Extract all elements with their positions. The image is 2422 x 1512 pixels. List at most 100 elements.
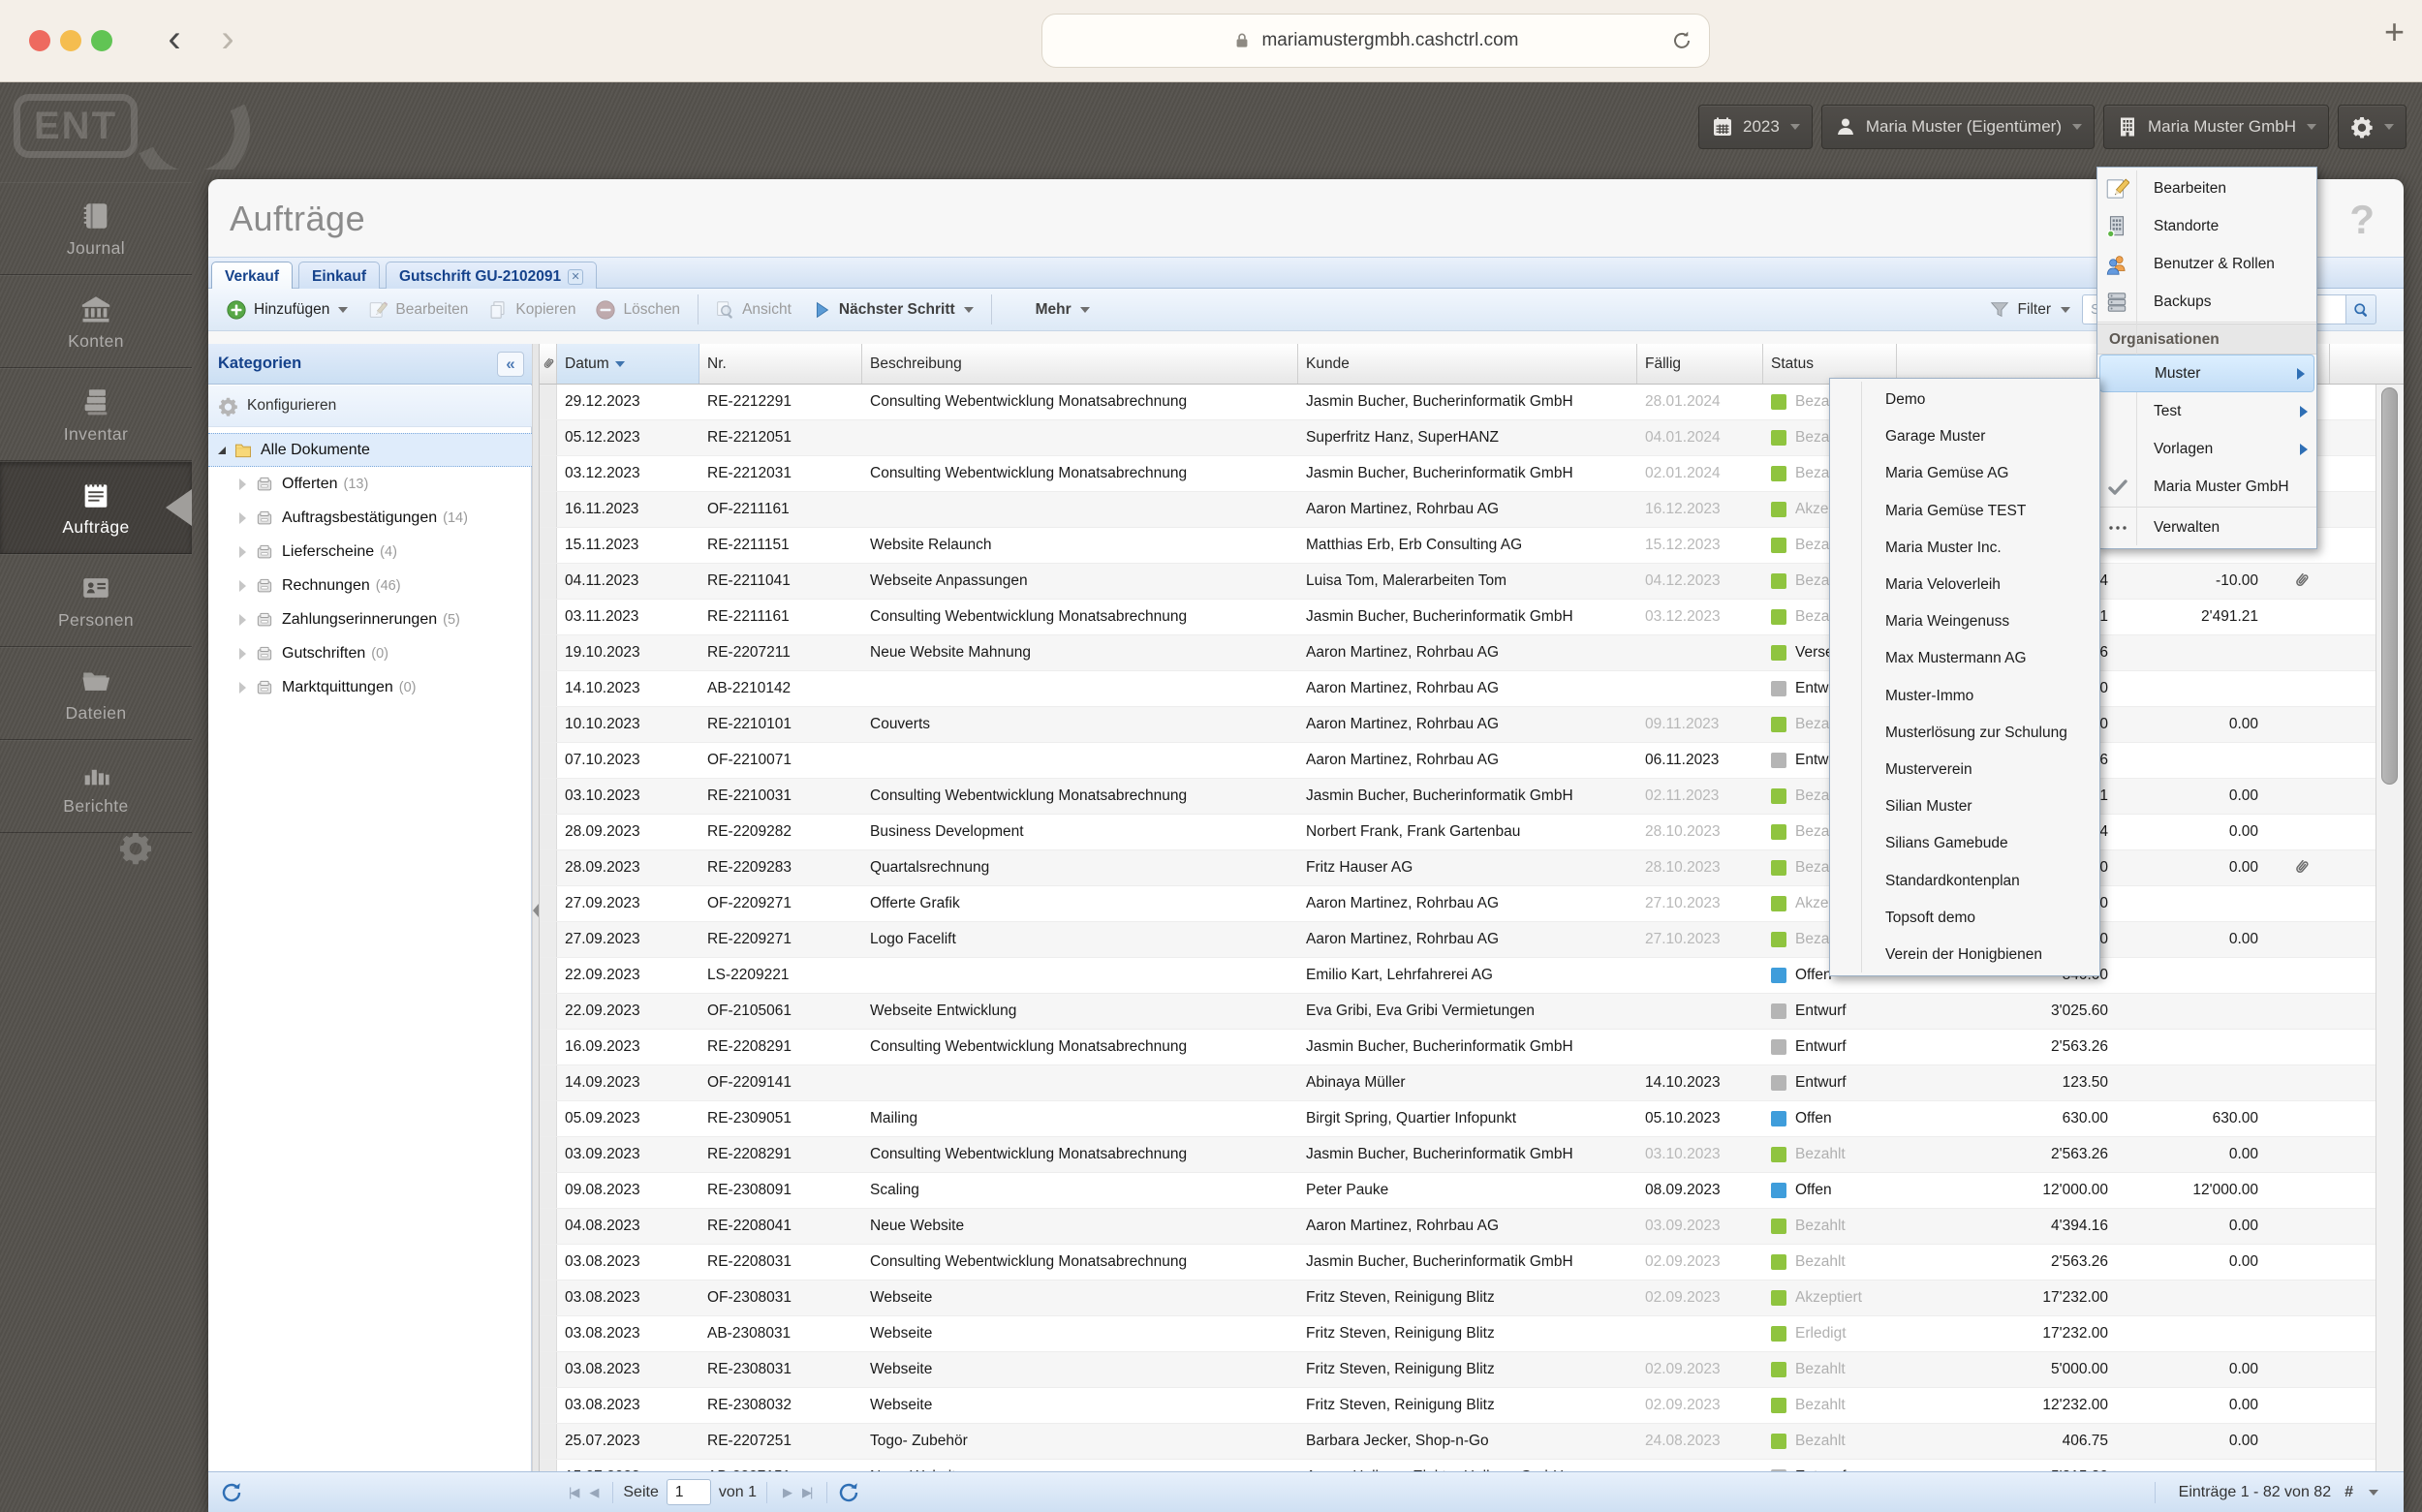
table-row[interactable]: 03.08.2023 RE-2308032 Webseite Fritz Ste… [540, 1388, 2375, 1424]
reload-icon[interactable] [1670, 29, 1693, 52]
sidebar-item[interactable]: Journal [0, 182, 192, 275]
menu-item-manage[interactable]: Verwalten [2097, 509, 2316, 546]
table-row[interactable]: 03.08.2023 AB-2308031 Webseite Fritz Ste… [540, 1316, 2375, 1352]
window-minimize-button[interactable] [60, 30, 81, 51]
settings-gear-button[interactable] [2338, 105, 2406, 149]
submenu-item-organization[interactable]: Maria Gemüse AG [1830, 455, 2099, 492]
previous-page-button[interactable]: ◀ [583, 1485, 603, 1500]
filter-button[interactable]: Filter [1989, 299, 2070, 321]
column-header-attachment[interactable] [540, 344, 557, 384]
menu-item-organization[interactable]: Test [2097, 392, 2316, 430]
submenu-item-organization[interactable]: Topsoft demo [1830, 900, 2099, 937]
submenu-item-organization[interactable]: Maria Veloverleih [1830, 567, 2099, 603]
sidebar-item[interactable]: Inventar [0, 368, 192, 461]
sidebar-gear-icon[interactable] [118, 830, 153, 865]
menu-item[interactable]: Bearbeiten [2097, 170, 2316, 207]
menu-item[interactable]: Standorte [2097, 207, 2316, 245]
table-row[interactable]: 22.09.2023 OF-2105061 Webseite Entwicklu… [540, 994, 2375, 1030]
submenu-item-organization[interactable]: Musterverein [1830, 752, 2099, 788]
column-header-beschreibung[interactable]: Beschreibung [862, 344, 1298, 384]
submenu-item-organization[interactable]: Silian Muster [1830, 788, 2099, 825]
tree-collapsed-caret-icon[interactable] [239, 478, 246, 490]
column-header-datum[interactable]: Datum [557, 344, 699, 384]
tree-collapsed-caret-icon[interactable] [239, 648, 246, 660]
menu-item-organization[interactable]: Maria Muster GmbH [2097, 468, 2316, 506]
tree-expanded-caret-icon[interactable] [218, 447, 226, 454]
scrollbar-thumb[interactable] [2381, 387, 2398, 785]
toolbar-button[interactable]: Kopieren [478, 294, 585, 324]
column-header-faellig[interactable]: Fällig [1637, 344, 1763, 384]
column-header-kunde[interactable]: Kunde [1298, 344, 1637, 384]
first-page-button[interactable]: |◀ [563, 1485, 583, 1500]
table-row[interactable]: 03.08.2023 RE-2208031 Consulting Webentw… [540, 1245, 2375, 1281]
table-row[interactable]: 25.07.2023 RE-2207251 Togo- Zubehör Barb… [540, 1424, 2375, 1460]
table-row[interactable]: 03.08.2023 OF-2308031 Webseite Fritz Ste… [540, 1281, 2375, 1316]
tree-item[interactable]: Auftragsbestätigungen (14) [208, 501, 532, 535]
submenu-item-organization[interactable]: Garage Muster [1830, 418, 2099, 455]
column-header-nr[interactable]: Nr. [699, 344, 862, 384]
table-row[interactable]: 05.09.2023 RE-2309051 Mailing Birgit Spr… [540, 1101, 2375, 1137]
submenu-item-organization[interactable]: Maria Gemüse TEST [1830, 493, 2099, 530]
submenu-item-organization[interactable]: Demo [1830, 382, 2099, 418]
fiscal-year-button[interactable]: 2023 [1698, 105, 1813, 149]
tree-item[interactable]: Marktquittungen (0) [208, 670, 532, 704]
tree-collapsed-caret-icon[interactable] [239, 512, 246, 524]
submenu-item-organization[interactable]: Musterlösung zur Schulung [1830, 715, 2099, 752]
submenu-item-organization[interactable]: Silians Gamebude [1830, 825, 2099, 862]
tree-collapsed-caret-icon[interactable] [239, 580, 246, 592]
configure-button[interactable]: Konfigurieren [208, 386, 532, 427]
toolbar-button[interactable]: Ansicht [698, 294, 801, 324]
toolbar-button[interactable]: Bearbeiten [357, 294, 478, 324]
last-page-button[interactable]: ▶| [796, 1485, 817, 1500]
splitter-collapse-icon[interactable] [533, 904, 539, 917]
submenu-item-organization[interactable]: Maria Weingenuss [1830, 603, 2099, 640]
submenu-item-organization[interactable]: Muster-Immo [1830, 678, 2099, 715]
browser-forward-button[interactable]: › [208, 14, 247, 64]
tree-item[interactable]: Zahlungserinnerungen (5) [208, 602, 532, 636]
menu-item-organization[interactable]: Vorlagen [2097, 430, 2316, 468]
table-row[interactable]: 04.08.2023 RE-2208041 Neue Website Aaron… [540, 1209, 2375, 1245]
table-row[interactable]: 03.08.2023 RE-2308031 Webseite Fritz Ste… [540, 1352, 2375, 1388]
submenu-item-organization[interactable]: Verein der Honigbienen [1830, 937, 2099, 973]
tab[interactable]: Gutschrift GU-2102091 ✕ [386, 262, 597, 292]
panel-splitter[interactable] [532, 344, 540, 1471]
tree-item-all-documents[interactable]: Alle Dokumente [208, 433, 532, 467]
submenu-item-organization[interactable]: Standardkontenplan [1830, 862, 2099, 899]
new-tab-button[interactable]: + [2384, 12, 2405, 52]
sidebar-item[interactable]: Personen [0, 554, 192, 647]
table-refresh-icon[interactable] [837, 1481, 860, 1504]
toolbar-button[interactable]: Nächster Schritt [801, 294, 983, 324]
collapse-panel-button[interactable]: « [497, 352, 524, 377]
submenu-item-organization[interactable]: Max Mustermann AG [1830, 640, 2099, 677]
tab[interactable]: Einkauf [298, 262, 380, 292]
tree-item[interactable]: Rechnungen (46) [208, 569, 532, 602]
table-row[interactable]: 15.07.2023 AB-2207151 Neue Website Agnes… [540, 1460, 2375, 1471]
menu-item-organization[interactable]: Muster [2099, 355, 2314, 392]
sidebar-item[interactable]: Berichte [0, 740, 192, 833]
user-menu-button[interactable]: Maria Muster (Eigentümer) [1821, 105, 2095, 149]
browser-back-button[interactable]: ‹ [155, 14, 194, 64]
help-button[interactable]: ? [2349, 197, 2375, 243]
toolbar-button[interactable]: Hinzufügen [216, 294, 357, 324]
next-page-button[interactable]: ▶ [777, 1485, 796, 1500]
vertical-scrollbar[interactable] [2375, 385, 2404, 1471]
tree-collapsed-caret-icon[interactable] [239, 614, 246, 626]
menu-item[interactable]: Backups [2097, 283, 2316, 321]
tree-item[interactable]: Offerten (13) [208, 467, 532, 501]
toolbar-button[interactable]: Mehr [991, 294, 1100, 324]
tab-close-icon[interactable]: ✕ [568, 269, 583, 285]
menu-item[interactable]: Benutzer & Rollen [2097, 245, 2316, 283]
submenu-item-organization[interactable]: Maria Muster Inc. [1830, 530, 2099, 567]
table-row[interactable]: 16.09.2023 RE-2208291 Consulting Webentw… [540, 1030, 2375, 1065]
table-row[interactable]: 03.09.2023 RE-2208291 Consulting Webentw… [540, 1137, 2375, 1173]
categories-refresh-icon[interactable] [220, 1481, 243, 1504]
tree-item[interactable]: Gutschriften (0) [208, 636, 532, 670]
address-bar[interactable]: mariamustergmbh.cashctrl.com [1041, 14, 1710, 68]
sidebar-item[interactable]: Konten [0, 275, 192, 368]
search-button[interactable] [2345, 294, 2376, 324]
tab[interactable]: Verkauf [211, 262, 293, 292]
table-row[interactable]: 09.08.2023 RE-2308091 Scaling Peter Pauk… [540, 1173, 2375, 1209]
tree-collapsed-caret-icon[interactable] [239, 546, 246, 558]
entries-per-page-button[interactable]: # [2344, 1484, 2353, 1501]
table-row[interactable]: 14.09.2023 OF-2209141 Abinaya Müller 14.… [540, 1065, 2375, 1101]
